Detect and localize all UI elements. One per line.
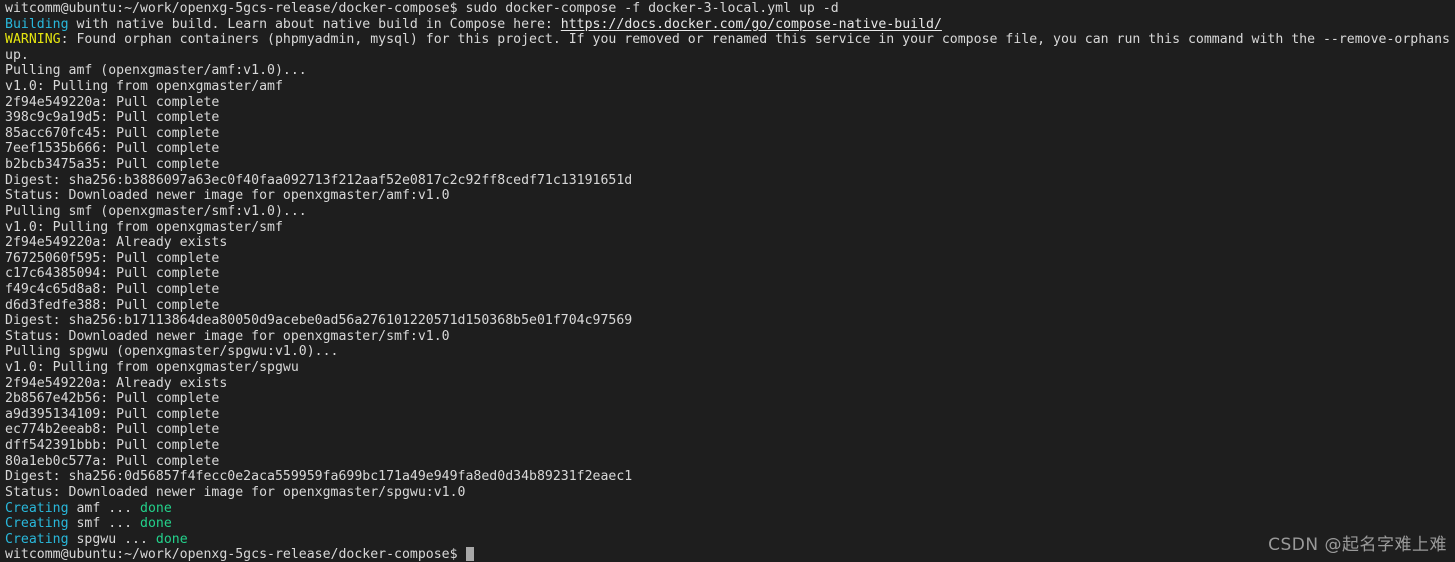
line-spgwu-digest: Digest: sha256:0d56857f4fecc0e2aca559959… bbox=[5, 469, 1455, 485]
line-amf-layer-2: 398c9c9a19d5: Pull complete bbox=[5, 110, 1455, 126]
terminal-text: Pulling smf (openxgmaster/smf:v1.0)... bbox=[5, 203, 307, 219]
terminal-text: done bbox=[140, 500, 172, 516]
terminal-text: with native build. Learn about native bu… bbox=[68, 16, 561, 32]
line-spgwu-layer-6: 80a1eb0c577a: Pull complete bbox=[5, 454, 1455, 470]
line-smf-layer-4: f49c4c65d8a8: Pull complete bbox=[5, 282, 1455, 298]
line-smf-layer-5: d6d3fedfe388: Pull complete bbox=[5, 298, 1455, 314]
block-cursor bbox=[465, 547, 474, 562]
line-amf-layer-5: b2bcb3475a35: Pull complete bbox=[5, 157, 1455, 173]
terminal-text: Pulling spgwu (openxgmaster/spgwu:v1.0).… bbox=[5, 344, 339, 360]
terminal-text: Status: Downloaded newer image for openx… bbox=[5, 328, 450, 344]
terminal-text: witcomm@ubuntu:~/work/openxg-5gcs-releas… bbox=[5, 547, 466, 562]
terminal-text: 7eef1535b666: Pull complete bbox=[5, 141, 220, 157]
line-amf-digest: Digest: sha256:b3886097a63ec0f40faa09271… bbox=[5, 173, 1455, 189]
terminal-text: smf ... bbox=[68, 516, 140, 532]
line-smf-digest: Digest: sha256:b17113864dea80050d9acebe0… bbox=[5, 313, 1455, 329]
terminal-text: done bbox=[155, 531, 188, 547]
terminal-text: 398c9c9a19d5: Pull complete bbox=[5, 110, 220, 126]
terminal-text: 2f94e549220a: Pull complete bbox=[5, 94, 220, 110]
line-spgwu-layer-1: 2f94e549220a: Already exists bbox=[5, 376, 1455, 392]
terminal-text: dff542391bbb: Pull complete bbox=[5, 438, 220, 454]
terminal-output[interactable]: witcomm@ubuntu:~/work/openxg-5gcs-releas… bbox=[5, 1, 1455, 562]
terminal-text: v1.0: Pulling from openxgmaster/spgwu bbox=[5, 360, 299, 376]
terminal-text: Digest: sha256:b17113864dea80050d9acebe0… bbox=[5, 313, 633, 329]
line-warning-wrap: up. bbox=[5, 48, 1455, 64]
line-smf-layer-3: c17c64385094: Pull complete bbox=[5, 266, 1455, 282]
terminal-text: amf ... bbox=[68, 500, 140, 516]
terminal-text: 2f94e549220a: Already exists bbox=[5, 235, 228, 251]
line-amf-layer-4: 7eef1535b666: Pull complete bbox=[5, 141, 1455, 157]
terminal-text: Digest: sha256:b3886097a63ec0f40faa09271… bbox=[5, 172, 633, 188]
terminal-text: 76725060f595: Pull complete bbox=[5, 250, 220, 266]
terminal-text: Status: Downloaded newer image for openx… bbox=[5, 484, 466, 500]
line-pull-amf: Pulling amf (openxgmaster/amf:v1.0)... bbox=[5, 63, 1455, 79]
line-amf-layer-1: 2f94e549220a: Pull complete bbox=[5, 95, 1455, 111]
line-prompt: witcomm@ubuntu:~/work/openxg-5gcs-releas… bbox=[5, 547, 1455, 562]
terminal-text: witcomm@ubuntu:~/work/openxg-5gcs-releas… bbox=[5, 1, 839, 16]
line-smf-layer-2: 76725060f595: Pull complete bbox=[5, 251, 1455, 267]
line-pull-spgwu: Pulling spgwu (openxgmaster/spgwu:v1.0).… bbox=[5, 344, 1455, 360]
terminal-text: Pulling amf (openxgmaster/amf:v1.0)... bbox=[5, 63, 307, 79]
terminal-text: done bbox=[140, 516, 172, 532]
terminal-text: up. bbox=[5, 47, 29, 63]
line-building: Building with native build. Learn about … bbox=[5, 17, 1455, 33]
terminal-text: Building bbox=[5, 16, 69, 32]
line-amf-from: v1.0: Pulling from openxgmaster/amf bbox=[5, 79, 1455, 95]
line-creating-spgwu: Creating spgwu ... done bbox=[5, 532, 1455, 548]
line-smf-from: v1.0: Pulling from openxgmaster/smf bbox=[5, 220, 1455, 236]
terminal-window[interactable]: witcomm@ubuntu:~/work/openxg-5gcs-releas… bbox=[0, 0, 1455, 562]
terminal-text: Creating bbox=[5, 500, 69, 516]
line-smf-layer-1: 2f94e549220a: Already exists bbox=[5, 235, 1455, 251]
terminal-text: Digest: sha256:0d56857f4fecc0e2aca559959… bbox=[5, 469, 633, 485]
terminal-text: c17c64385094: Pull complete bbox=[5, 266, 220, 282]
terminal-text: 2b8567e42b56: Pull complete bbox=[5, 391, 220, 407]
line-creating-smf: Creating smf ... done bbox=[5, 516, 1455, 532]
terminal-text: Status: Downloaded newer image for openx… bbox=[5, 188, 450, 204]
docs-link[interactable]: https://docs.docker.com/go/compose-nativ… bbox=[561, 17, 942, 32]
line-pull-smf: Pulling smf (openxgmaster/smf:v1.0)... bbox=[5, 204, 1455, 220]
line-command: witcomm@ubuntu:~/work/openxg-5gcs-releas… bbox=[5, 1, 1455, 17]
terminal-text: Creating bbox=[5, 516, 69, 532]
line-spgwu-layer-5: dff542391bbb: Pull complete bbox=[5, 438, 1455, 454]
terminal-text: d6d3fedfe388: Pull complete bbox=[5, 297, 220, 313]
line-amf-layer-3: 85acc670fc45: Pull complete bbox=[5, 126, 1455, 142]
terminal-text: a9d395134109: Pull complete bbox=[5, 406, 220, 422]
terminal-text: : Found orphan containers (phpmyadmin, m… bbox=[60, 32, 1450, 48]
terminal-text: ec774b2eeab8: Pull complete bbox=[5, 422, 220, 438]
line-spgwu-layer-4: ec774b2eeab8: Pull complete bbox=[5, 422, 1455, 438]
terminal-text: v1.0: Pulling from openxgmaster/smf bbox=[5, 219, 283, 235]
line-amf-status: Status: Downloaded newer image for openx… bbox=[5, 188, 1455, 204]
line-creating-amf: Creating amf ... done bbox=[5, 501, 1455, 517]
line-smf-status: Status: Downloaded newer image for openx… bbox=[5, 329, 1455, 345]
terminal-text: 2f94e549220a: Already exists bbox=[5, 375, 228, 391]
terminal-text: 85acc670fc45: Pull complete bbox=[5, 125, 220, 141]
terminal-text: WARNING bbox=[5, 32, 61, 48]
terminal-text: f49c4c65d8a8: Pull complete bbox=[5, 281, 220, 297]
line-spgwu-status: Status: Downloaded newer image for openx… bbox=[5, 485, 1455, 501]
terminal-text: Creating bbox=[5, 531, 69, 547]
line-warning: WARNING: Found orphan containers (phpmya… bbox=[5, 32, 1455, 48]
line-spgwu-from: v1.0: Pulling from openxgmaster/spgwu bbox=[5, 360, 1455, 376]
line-spgwu-layer-3: a9d395134109: Pull complete bbox=[5, 407, 1455, 423]
terminal-text: b2bcb3475a35: Pull complete bbox=[5, 157, 220, 173]
terminal-text: 80a1eb0c577a: Pull complete bbox=[5, 453, 220, 469]
terminal-text: v1.0: Pulling from openxgmaster/amf bbox=[5, 79, 283, 95]
terminal-text: spgwu ... bbox=[68, 531, 156, 547]
line-spgwu-layer-2: 2b8567e42b56: Pull complete bbox=[5, 391, 1455, 407]
